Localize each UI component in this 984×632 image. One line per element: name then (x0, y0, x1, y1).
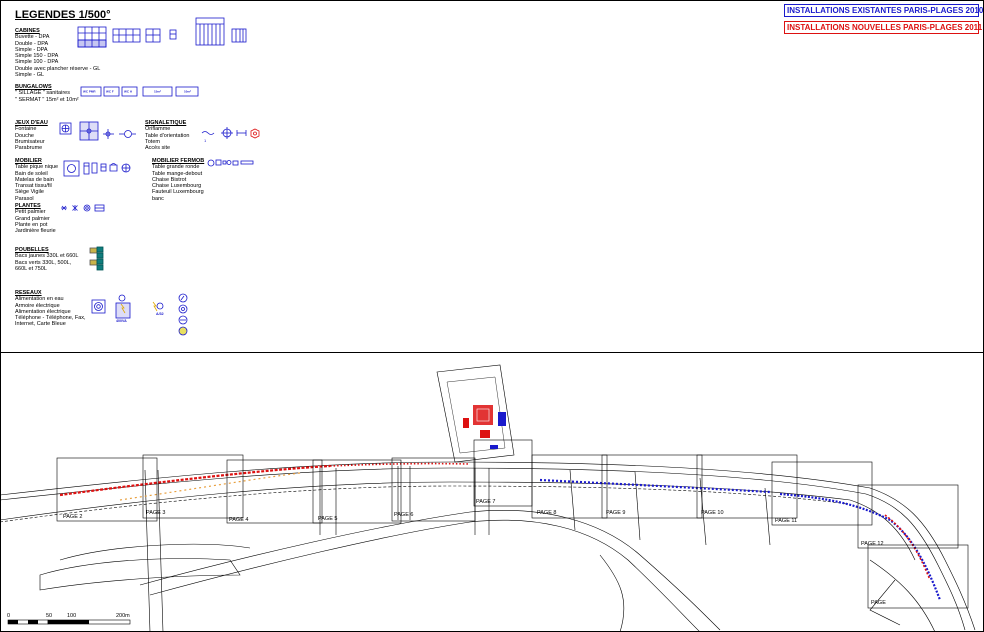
page-label: PAGE 3 (146, 510, 166, 516)
bain-de-soleil-symbol (83, 162, 90, 175)
plantes-symbols (61, 204, 105, 212)
cabine-simple-100-symbol (169, 29, 177, 40)
scale-label: 50 (46, 613, 53, 619)
bungalow-label: 15m² (154, 90, 161, 94)
scale-label: 100 (67, 613, 77, 619)
page-label: PAGE 6 (394, 512, 414, 518)
armoire-electrique-symbol (115, 294, 131, 319)
page-label: PAGE 2 (63, 514, 83, 520)
svg-text:1: 1 (204, 138, 207, 143)
acces-site-symbol (250, 128, 260, 139)
bungalow-label: WC H (124, 90, 132, 94)
transat-symbol (100, 163, 107, 172)
page-label: PAGE 5 (318, 516, 338, 522)
totem-symbol (236, 130, 247, 136)
page-label: PAGE 11 (775, 518, 798, 524)
cabine-double-symbol (112, 28, 141, 43)
page-label: PAGE 9 (606, 510, 626, 516)
telephone-symbols (178, 293, 188, 336)
legend-map-divider (0, 352, 984, 353)
matelas-symbol (91, 162, 98, 174)
cabine-buvette-symbol (77, 26, 107, 48)
legend-symbols: 1 WC PMR WC F WC H 15m² 10m² 400VA A/32 (59, 17, 260, 336)
poubelles-vertes-symbol (96, 246, 104, 271)
scale-label: 0 (7, 613, 11, 619)
parasol-symbol (121, 163, 131, 173)
page-label: PAGE 7 (476, 499, 496, 505)
page-label: PAGE (871, 600, 886, 606)
table-pique-nique-symbol (63, 160, 80, 177)
page-label: PAGE 12 (861, 541, 884, 547)
alimentation-label: A/32 (156, 312, 164, 316)
alimentation-eau-symbol (91, 299, 106, 314)
oriflamme-symbol: 1 (201, 131, 215, 143)
page-label: PAGE 8 (537, 510, 557, 516)
armoire-label: 400VA (116, 319, 127, 323)
page-label: PAGE 10 (701, 510, 724, 516)
page-label: PAGE 4 (229, 517, 249, 523)
bungalow-label: WC PMR (83, 90, 96, 94)
brumisateur-symbol (103, 129, 114, 139)
cabine-simple-symbol (145, 28, 161, 43)
scale-label: 200m (116, 613, 130, 619)
fermob-symbols (207, 159, 254, 167)
siege-vigile-symbol (109, 163, 118, 172)
alimentation-electrique-symbol (152, 301, 164, 312)
douche-symbol (79, 121, 99, 141)
fontaine-symbol (59, 122, 72, 135)
bungalow-label: 10m² (184, 90, 191, 94)
bungalow-label: WC F (106, 90, 114, 94)
cabine-plancher-symbol (195, 17, 225, 46)
parabrume-symbol (119, 130, 136, 138)
cabine-gl-symbol (231, 28, 247, 43)
table-orientation-symbol (221, 127, 233, 139)
poubelles-jaunes-symbol (89, 247, 98, 266)
